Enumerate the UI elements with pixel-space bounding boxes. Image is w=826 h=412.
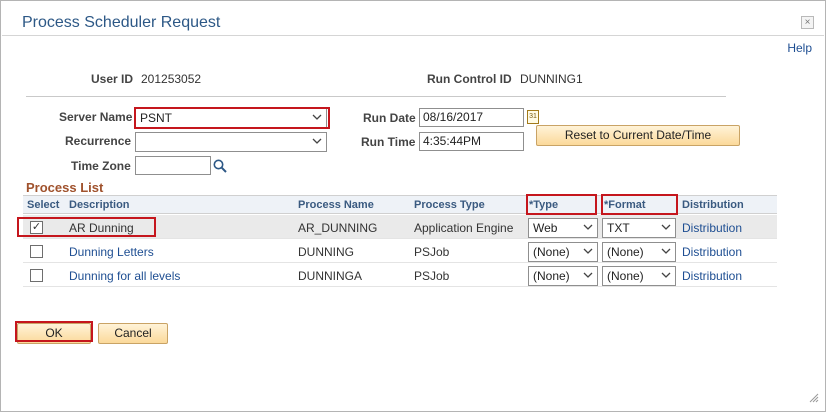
row-description[interactable]: Dunning Letters — [69, 245, 154, 259]
run-control-label: Run Control ID — [427, 72, 512, 86]
row-process-name: AR_DUNNING — [298, 221, 378, 235]
ar-dunning-highlight — [17, 217, 156, 237]
row-select-checkbox[interactable] — [30, 269, 43, 282]
header-divider — [26, 96, 726, 97]
recurrence-label: Recurrence — [65, 134, 132, 148]
row-format-value: TXT — [607, 221, 630, 235]
row-distribution-link[interactable]: Distribution — [682, 245, 742, 259]
run-time-input[interactable]: 4:35:44PM — [419, 132, 524, 151]
server-name-label: Server Name — [59, 110, 133, 124]
col-process-type: Process Type — [414, 199, 485, 211]
calendar-icon[interactable]: 31 — [527, 110, 539, 124]
dialog-title: Process Scheduler Request — [22, 14, 221, 31]
row-type-value: (None) — [533, 269, 570, 283]
row-select-checkbox[interactable] — [30, 245, 43, 258]
col-distribution: Distribution — [682, 199, 744, 211]
row-format-select[interactable]: (None) — [602, 242, 676, 262]
time-zone-label: Time Zone — [71, 159, 131, 173]
chevron-down-icon — [583, 268, 593, 282]
run-time-label: Run Time — [361, 135, 416, 149]
row-distribution-link[interactable]: Distribution — [682, 269, 742, 283]
help-link[interactable]: Help — [787, 41, 812, 55]
row-distribution-link[interactable]: Distribution — [682, 221, 742, 235]
chevron-down-icon — [661, 220, 671, 234]
run-date-label: Run Date — [363, 111, 416, 125]
row-process-type: PSJob — [414, 245, 450, 259]
server-name-highlight — [134, 107, 330, 129]
col-select: Select — [27, 199, 60, 211]
chevron-down-icon — [583, 220, 593, 234]
col-process-name: Process Name — [298, 199, 374, 211]
user-id-label: User ID — [91, 72, 134, 86]
type-header-highlight — [526, 194, 597, 215]
row-format-value: (None) — [607, 245, 644, 259]
row-description[interactable]: Dunning for all levels — [69, 269, 180, 283]
user-id-value: 201253052 — [141, 72, 202, 86]
close-icon[interactable]: × — [801, 16, 814, 29]
dialog-titlebar: Process Scheduler Request × — [2, 2, 824, 36]
row-type-select[interactable]: (None) — [528, 242, 598, 262]
format-header-highlight — [601, 194, 678, 215]
search-icon[interactable] — [212, 158, 228, 174]
row-process-type: PSJob — [414, 269, 450, 283]
row-type-value: Web — [533, 221, 558, 235]
time-zone-input[interactable] — [135, 156, 211, 175]
row-format-select[interactable]: TXT — [602, 218, 676, 238]
row-process-name: DUNNING — [298, 245, 354, 259]
chevron-down-icon — [661, 244, 671, 258]
row-process-type: Application Engine — [414, 221, 514, 235]
row-format-value: (None) — [607, 269, 644, 283]
row-type-select[interactable]: (None) — [528, 266, 598, 286]
chevron-down-icon — [661, 268, 671, 282]
ok-button-highlight — [15, 321, 93, 342]
process-scheduler-dialog: Process Scheduler Request × Help User ID… — [0, 0, 826, 412]
resize-grip-icon[interactable] — [809, 393, 819, 405]
run-date-input[interactable]: 08/16/2017 — [419, 108, 524, 127]
row-type-select[interactable]: Web — [528, 218, 598, 238]
run-control-value: DUNNING1 — [520, 72, 583, 86]
chevron-down-icon — [312, 134, 322, 148]
row-process-name: DUNNINGA — [298, 269, 363, 283]
process-list-title: Process List — [26, 180, 104, 195]
col-description: Description — [69, 199, 130, 211]
cancel-button[interactable]: Cancel — [98, 323, 168, 344]
recurrence-select[interactable] — [135, 132, 327, 152]
row-format-select[interactable]: (None) — [602, 266, 676, 286]
row-type-value: (None) — [533, 245, 570, 259]
chevron-down-icon — [583, 244, 593, 258]
reset-datetime-button[interactable]: Reset to Current Date/Time — [536, 125, 740, 146]
